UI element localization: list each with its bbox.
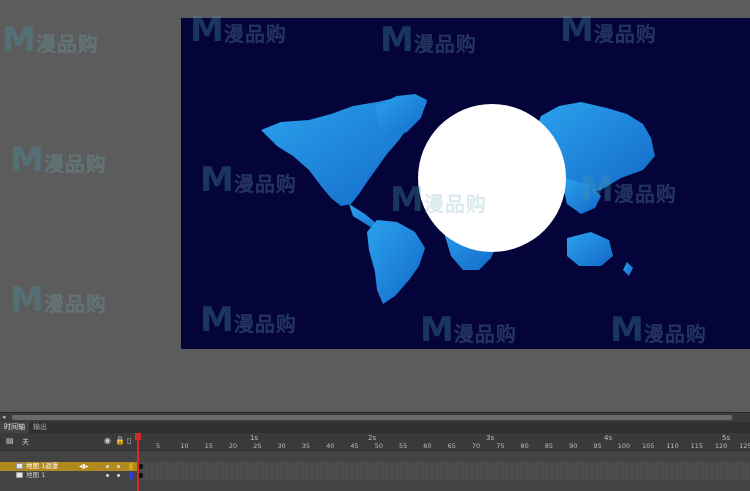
visibility-dot[interactable]	[106, 474, 109, 477]
ruler-frame-number: 65	[447, 442, 456, 450]
ruler-frame-number: 5	[156, 442, 161, 450]
pasteboard	[0, 0, 750, 412]
eye-icon[interactable]: ◉	[104, 437, 111, 445]
tab-output[interactable]: 输出	[29, 422, 51, 433]
layer-row-map[interactable]: 地图 1	[0, 471, 750, 480]
ruler-frame-number: 110	[666, 442, 679, 450]
stage-horizontal-scrollbar[interactable]: ◂	[0, 412, 750, 422]
lock-dot[interactable]	[117, 474, 120, 477]
frame-ruler[interactable]: 1s 2s 3s 4s 5s 5 10 15 20 25 30 35 40 45 50 55 60 65…	[137, 433, 750, 450]
ruler-frame-number: 30	[277, 442, 286, 450]
continent-south-america	[367, 220, 425, 304]
timeline-panel: 时间轴 输出 ▤ 关 ◉ 🔒 ▯ 1s 2s 3s 4s 5s 5 10 15 20 2…	[0, 422, 750, 491]
layer-name: 地图 1遮罩	[26, 462, 59, 470]
ruler-frame-number: 55	[399, 442, 408, 450]
layer-frames[interactable]	[140, 462, 750, 471]
scroll-left-arrow-icon[interactable]: ◂	[2, 413, 6, 422]
ruler-second: 3s	[486, 434, 495, 442]
ruler-frame-number: 115	[690, 442, 704, 450]
playhead[interactable]	[137, 433, 139, 491]
ruler-frame-number: 35	[301, 442, 311, 450]
mask-icon[interactable]: ◂▮▸	[79, 462, 88, 471]
layer-header: ▤ 关 ◉ 🔒 ▯	[0, 433, 137, 450]
ruler-frame-number: 40	[326, 442, 335, 450]
ruler-frame-number: 70	[471, 442, 481, 450]
ruler-frame-number: 50	[374, 442, 383, 450]
layer-name-cell[interactable]: 地图 1	[0, 471, 137, 480]
ruler-second: 2s	[368, 434, 377, 442]
continent-australia	[567, 232, 613, 266]
layer-color-swatch[interactable]	[129, 472, 133, 479]
visibility-dot[interactable]	[106, 465, 109, 468]
panel-tabs: 时间轴 输出	[0, 422, 750, 433]
scrollbar-thumb[interactable]	[12, 415, 732, 420]
ruler-frame-number: 85	[544, 442, 554, 450]
mask-circle	[418, 104, 566, 252]
world-map-artwork	[261, 94, 655, 304]
ruler-frame-number: 120	[714, 442, 728, 450]
ruler-frame-number: 80	[520, 442, 529, 450]
ruler-second: 5s	[722, 434, 731, 442]
layer-name-cell[interactable]: 地图 1遮罩 ◂▮▸	[0, 462, 137, 471]
layer-icon	[16, 463, 23, 469]
stage-canvas[interactable]	[181, 18, 750, 349]
ruler-frame-number: 100	[617, 442, 631, 450]
keyframe[interactable]	[139, 473, 143, 478]
ruler-frame-number: 105	[642, 442, 655, 450]
continent-new-zealand	[623, 262, 633, 276]
ruler-second: 4s	[604, 434, 613, 442]
layers-icon[interactable]: ▤	[6, 437, 14, 445]
lock-dot[interactable]	[117, 465, 120, 468]
ruler-frame-number: 75	[496, 442, 505, 450]
layer-row-mask[interactable]: 地图 1遮罩 ◂▮▸	[0, 462, 750, 471]
layer-color-swatch[interactable]	[129, 463, 133, 470]
layer-name: 地图 1	[26, 471, 46, 479]
tab-timeline[interactable]: 时间轴	[0, 422, 29, 433]
ruler-frame-number: 45	[350, 442, 359, 450]
ruler-frame-number: 90	[569, 442, 578, 450]
ruler-frame-number: 10	[180, 442, 189, 450]
ruler-frame-number: 95	[593, 442, 602, 450]
ruler-frame-number: 20	[228, 442, 238, 450]
ruler-frame-number: 25	[253, 442, 262, 450]
ruler-frame-number: 15	[204, 442, 213, 450]
header-label: 关	[22, 438, 29, 446]
keyframe[interactable]	[139, 464, 143, 469]
ruler-frame-number: 60	[423, 442, 432, 450]
lock-icon[interactable]: 🔒	[115, 437, 125, 445]
timeline-header: ▤ 关 ◉ 🔒 ▯ 1s 2s 3s 4s 5s 5 10 15 20 25 30 35 40…	[0, 433, 750, 451]
layer-icon	[16, 472, 23, 478]
outline-icon[interactable]: ▯	[127, 437, 131, 445]
ruler-frame-number: 125	[739, 442, 750, 450]
layer-frames[interactable]	[140, 471, 750, 480]
ruler-second: 1s	[250, 434, 259, 442]
